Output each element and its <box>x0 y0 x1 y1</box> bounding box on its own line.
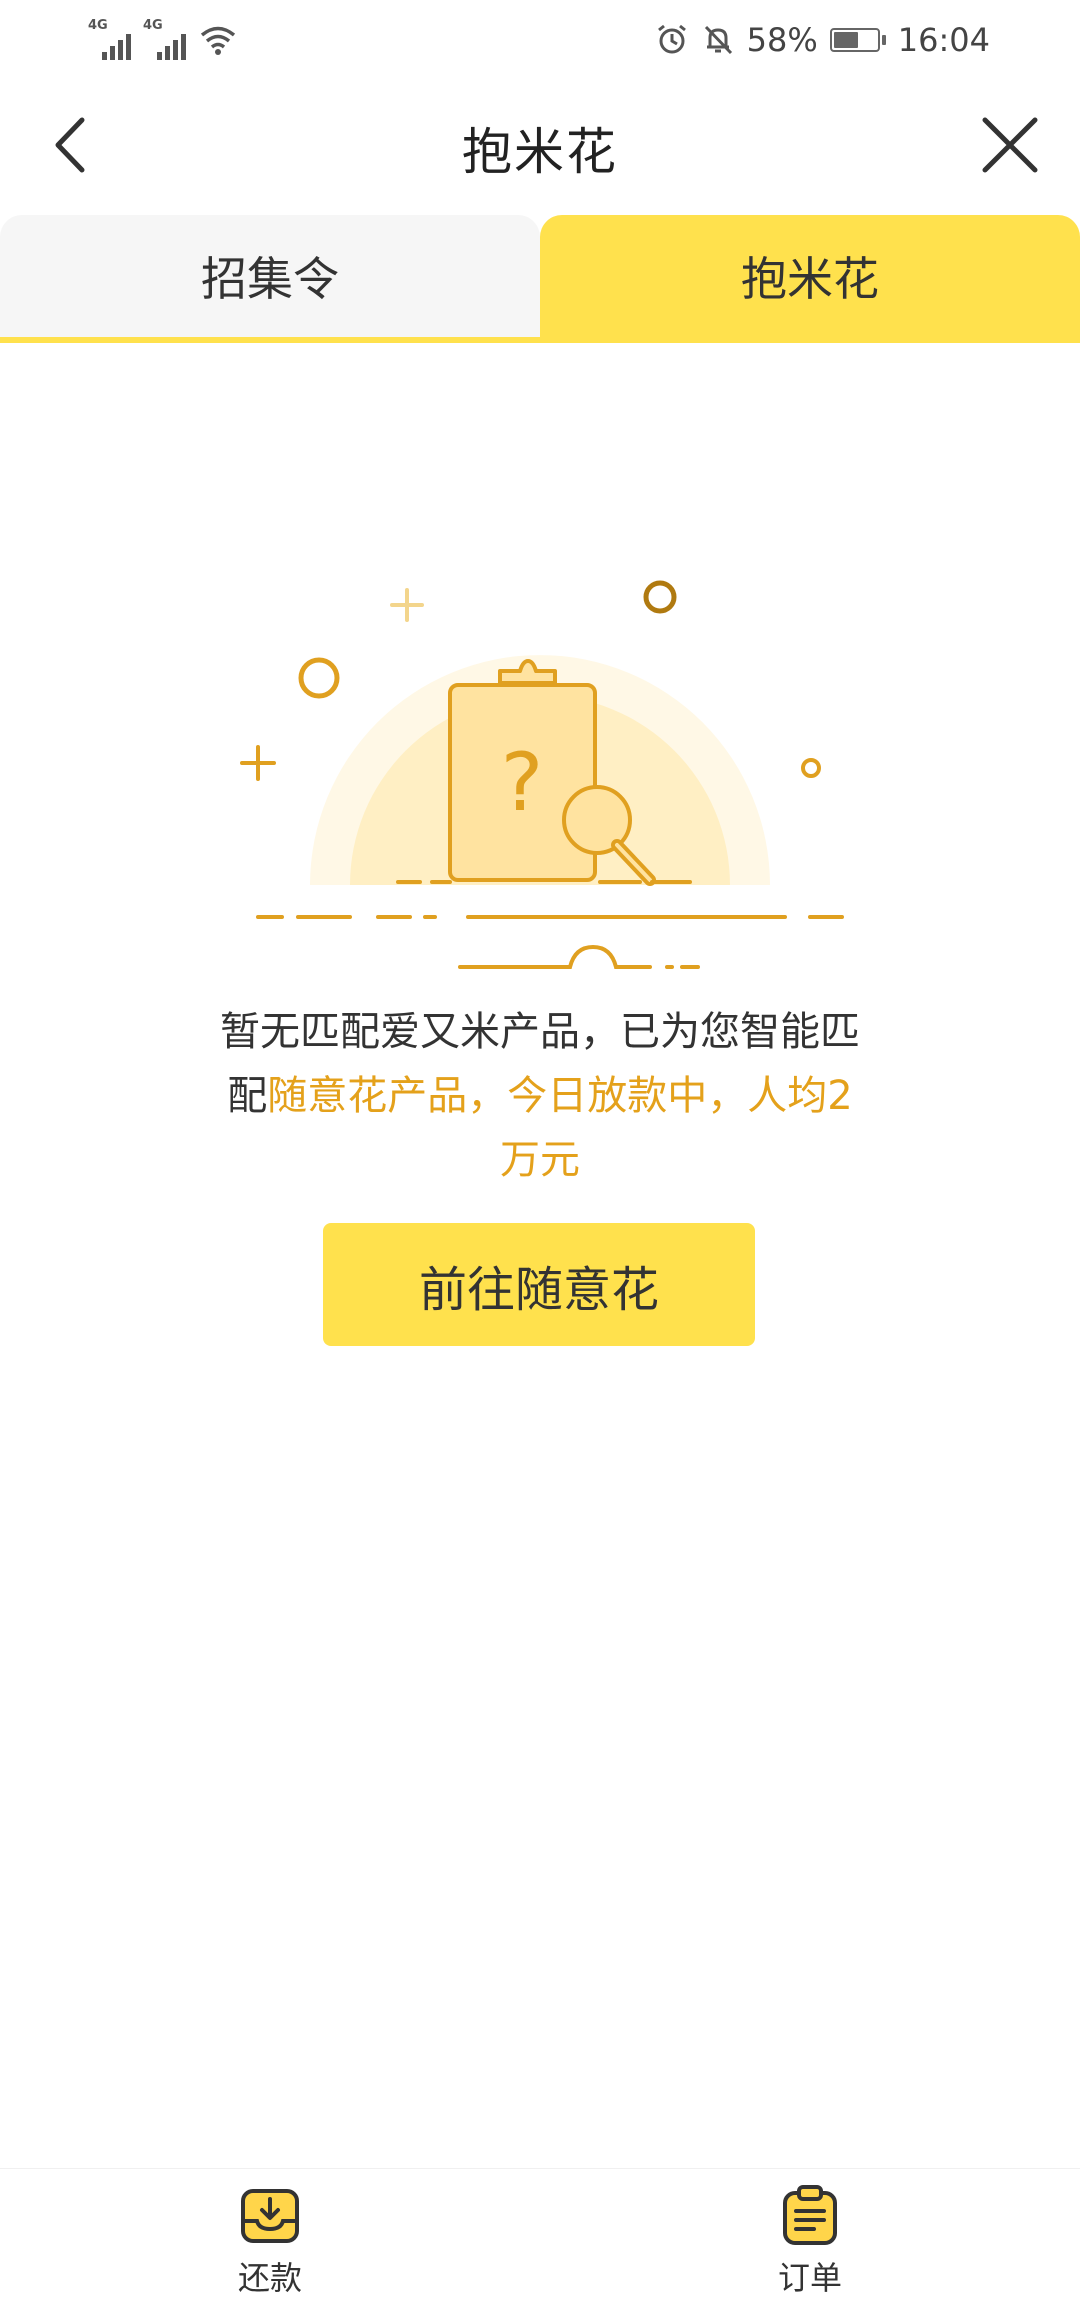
network-type-1: 4G <box>88 18 108 33</box>
battery-icon <box>829 28 886 52</box>
cell-signal-icon-1: 4G <box>88 18 131 60</box>
status-left: 4G 4G <box>88 18 238 60</box>
nav-item-orders[interactable]: 订单 <box>540 2169 1080 2312</box>
close-icon[interactable] <box>975 110 1045 180</box>
wifi-icon <box>200 26 236 55</box>
svg-text:?: ? <box>501 736 543 829</box>
message-highlight: 随意花产品，今日放款中，人均2万元 <box>267 1073 853 1183</box>
download-tray-icon <box>241 2189 299 2243</box>
clock: 16:04 <box>897 21 990 59</box>
circle-decoration-icon-2 <box>643 580 677 614</box>
circle-decoration-icon <box>298 657 340 699</box>
go-suiyihua-button[interactable]: 前往随意花 <box>323 1223 755 1346</box>
tab-baomihua[interactable]: 抱米花 <box>540 215 1080 337</box>
bottom-nav: 还款 订单 <box>0 2168 1080 2312</box>
clipboard-icon: ? <box>448 659 597 882</box>
page: 4G 4G 58% 16:04 抱米花 招集令 抱米花 ? 暂无匹配爱又米产品，… <box>0 0 1080 2312</box>
tab-zhaojiling[interactable]: 招集令 <box>0 215 540 337</box>
back-arrow-icon[interactable] <box>40 110 110 180</box>
tab-bar: 招集令 抱米花 <box>0 215 1080 343</box>
plus-decoration-icon <box>240 745 276 781</box>
page-title: 抱米花 <box>462 122 618 181</box>
status-right: 58% 16:04 <box>655 21 990 59</box>
empty-state-message: 暂无匹配爱又米产品，已为您智能匹配随意花产品，今日放款中，人均2万元 <box>220 1000 860 1192</box>
nav-item-repay[interactable]: 还款 <box>0 2169 540 2312</box>
nav-label-orders: 订单 <box>777 2259 842 2297</box>
circle-decoration-icon-3 <box>801 758 821 778</box>
mute-bell-icon <box>704 25 732 55</box>
cell-signal-icon-2: 4G <box>143 18 186 60</box>
battery-percent: 58% <box>746 21 818 59</box>
status-bar: 4G 4G 58% 16:04 <box>0 0 1080 80</box>
network-type-2: 4G <box>143 18 163 33</box>
empty-state-illustration: ? <box>240 580 844 969</box>
plus-decoration-icon-2 <box>390 588 424 622</box>
clipboard-list-icon <box>783 2185 837 2245</box>
title-bar: 抱米花 <box>0 80 1080 215</box>
nav-label-repay: 还款 <box>237 2259 302 2297</box>
alarm-icon <box>657 24 686 54</box>
